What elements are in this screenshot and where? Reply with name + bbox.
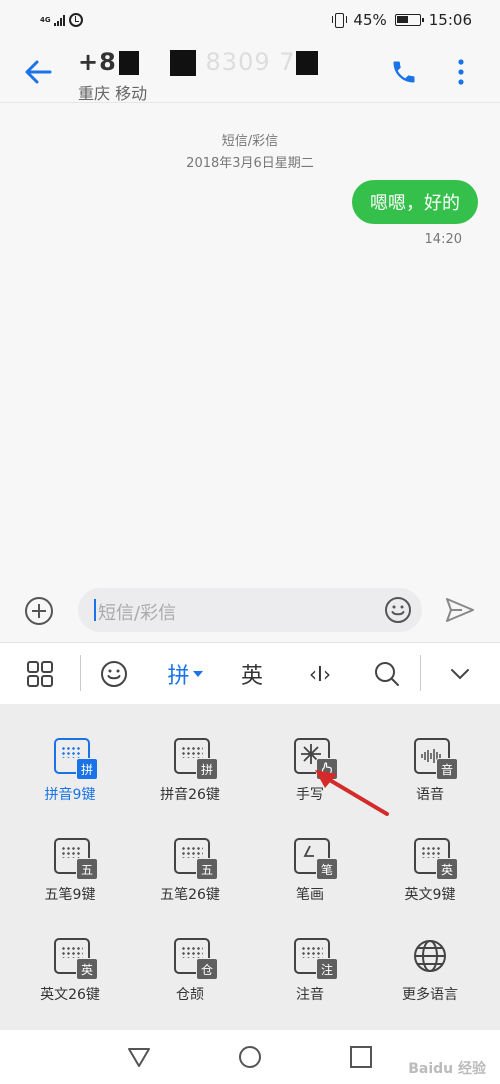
keyboard-icon: 仓 (174, 938, 218, 980)
option-label: 拼音26键 (160, 787, 220, 803)
option-cangjie[interactable]: 仓 仓颉 (130, 938, 250, 1028)
composer-bar: 短信/彩信 (0, 586, 500, 636)
option-badge: 英 (436, 858, 458, 880)
nav-home-icon[interactable] (237, 1044, 263, 1070)
option-pinyin-26[interactable]: 拼 拼音26键 (130, 738, 250, 828)
message-date: 2018年3月6日星期二 (186, 156, 314, 171)
contact-number: +8 8309 7 (78, 48, 318, 76)
option-label: 笔画 (296, 887, 324, 903)
nav-recents-icon[interactable] (348, 1044, 374, 1070)
grid-icon (27, 661, 53, 687)
keyboard-icon: 英 (414, 838, 458, 880)
option-pinyin-9[interactable]: 拼 拼音9键 (10, 738, 130, 828)
watermark: Baidu 经验 (408, 1061, 486, 1077)
contact-number-visible: 8309 7 (205, 48, 296, 76)
back-arrow-icon[interactable] (22, 56, 54, 88)
option-label: 五笔26键 (160, 887, 220, 903)
outgoing-message-bubble[interactable]: 嗯嗯，好的 (352, 180, 478, 224)
keyboard-emoji-button[interactable] (96, 643, 132, 705)
toolbar-divider (420, 655, 421, 691)
keyboard-icon: 英 (54, 938, 98, 980)
globe-icon (414, 940, 446, 972)
option-label: 拼音9键 (44, 787, 96, 803)
option-label: 注音 (296, 987, 324, 1003)
status-right: 45% 15:06 (331, 11, 472, 29)
smiley-icon (101, 661, 127, 687)
voice-icon: 音 (414, 738, 458, 780)
english-tab[interactable]: 英 (232, 643, 272, 705)
option-label: 更多语言 (402, 987, 458, 1003)
redaction-block (170, 50, 197, 76)
option-zhuyin[interactable]: 注 注音 (250, 938, 370, 1028)
message-time: 14:20 (424, 232, 462, 247)
status-left: 4G (40, 13, 83, 27)
phone-call-icon[interactable] (390, 58, 418, 86)
clock: 15:06 (428, 11, 472, 29)
send-icon[interactable] (444, 596, 476, 624)
option-more-languages[interactable]: 更多语言 (370, 938, 490, 1028)
option-label: 仓颉 (176, 987, 204, 1003)
input-method-pinyin-tab[interactable]: 拼 (160, 643, 210, 705)
more-options-icon[interactable] (452, 58, 470, 86)
battery-percent: 45% (353, 11, 387, 29)
message-input-placeholder: 短信/彩信 (98, 603, 177, 624)
emoji-icon[interactable] (384, 596, 412, 624)
keyboard-icon: 拼 (54, 738, 98, 780)
message-input[interactable]: 短信/彩信 (78, 588, 422, 632)
option-badge: 五 (196, 858, 218, 880)
option-badge: 五 (76, 858, 98, 880)
option-badge: 英 (76, 958, 98, 980)
search-icon (375, 662, 399, 686)
option-badge: 笔 (316, 858, 338, 880)
option-badge: 拼 (196, 758, 218, 780)
option-badge: 拼 (76, 758, 98, 780)
input-method-panel: 拼 拼音9键 拼 拼音26键 手写 音 语音 五 五笔9键 五 五笔26键 笔 … (0, 704, 500, 1030)
stroke-icon: 笔 (294, 838, 338, 880)
dropdown-caret-icon (192, 671, 203, 677)
option-label: 英文9键 (404, 887, 456, 903)
redaction-block (295, 51, 318, 75)
network-type: 4G (40, 15, 51, 24)
header-divider (0, 102, 500, 103)
vibrate-icon (331, 12, 348, 28)
option-english-26[interactable]: 英 英文26键 (10, 938, 130, 1028)
text-cursor (94, 599, 96, 621)
system-navigation-bar: Baidu 经验 (0, 1030, 500, 1084)
keyboard-icon: 五 (54, 838, 98, 880)
chevron-down-icon (451, 669, 469, 680)
battery-icon (394, 14, 424, 26)
keyboard-icon: 拼 (174, 738, 218, 780)
option-english-9[interactable]: 英 英文9键 (370, 838, 490, 928)
keyboard-search-button[interactable] (370, 643, 404, 705)
keyboard-icon: 注 (294, 938, 338, 980)
option-wubi-26[interactable]: 五 五笔26键 (130, 838, 250, 928)
option-stroke[interactable]: 笔 笔画 (250, 838, 370, 928)
keyboard-icon: 五 (174, 838, 218, 880)
nav-back-icon[interactable] (126, 1044, 152, 1070)
contact-number-prefix: +8 (78, 48, 117, 76)
alarm-icon (69, 13, 83, 27)
status-bar: 4G 45% 15:06 (0, 0, 500, 40)
collapse-keyboard-button[interactable] (446, 643, 474, 705)
add-attachment-icon[interactable] (24, 596, 54, 626)
redaction-block (118, 51, 139, 75)
option-label: 五笔9键 (44, 887, 96, 903)
keyboard-menu-grid-icon[interactable] (22, 643, 58, 705)
option-label: 英文26键 (40, 987, 100, 1003)
pinyin-tab-label: 拼 (167, 664, 190, 689)
cursor-edit-button[interactable]: ‹I› (298, 643, 342, 705)
annotation-arrow-icon (315, 770, 389, 816)
option-badge: 音 (436, 758, 458, 780)
message-type-label: 短信/彩信 (221, 134, 279, 149)
option-badge: 注 (316, 958, 338, 980)
option-wubi-9[interactable]: 五 五笔9键 (10, 838, 130, 928)
conversation-header: +8 8309 7 重庆 移动 (0, 40, 500, 103)
signal-icon (54, 14, 65, 26)
toolbar-divider (80, 655, 81, 691)
contact-location: 重庆 移动 (78, 84, 148, 103)
keyboard-toolbar: 拼 英 ‹I› (0, 642, 500, 704)
option-badge: 仓 (196, 958, 218, 980)
